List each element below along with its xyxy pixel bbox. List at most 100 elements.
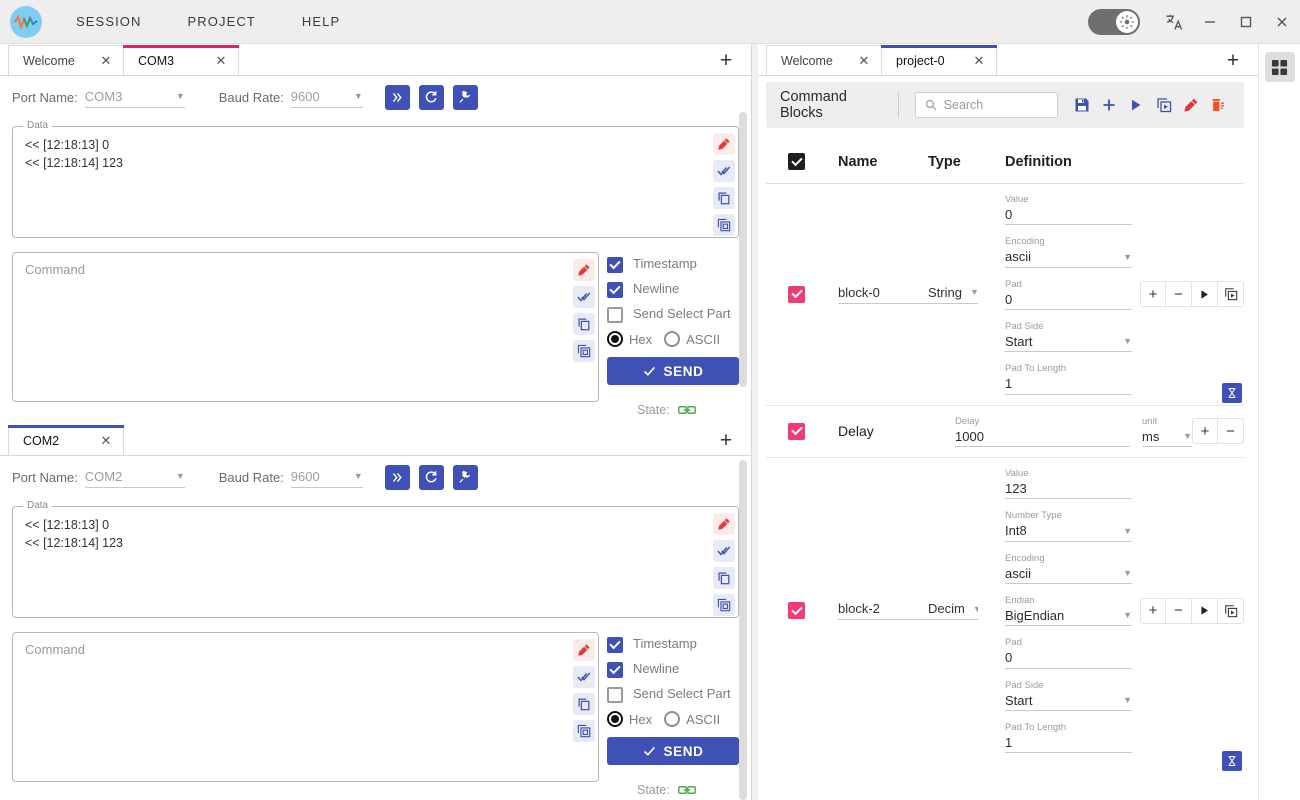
- run-block-button[interactable]: [1192, 597, 1218, 624]
- tab-welcome-right[interactable]: Welcome ✕: [766, 45, 882, 75]
- ascii-radio[interactable]: [664, 711, 681, 727]
- baud-rate-select[interactable]: 9600 ▼: [290, 86, 363, 108]
- run-all-icon[interactable]: [1125, 92, 1148, 118]
- option-timestamp[interactable]: Timestamp: [607, 256, 739, 273]
- save-command-icon[interactable]: [573, 340, 595, 362]
- session-com2-scrollbar[interactable]: [739, 460, 747, 800]
- field-encoding[interactable]: Encoding ascii ▼: [1005, 553, 1132, 585]
- add-block-button[interactable]: +: [1192, 418, 1218, 445]
- add-block-icon[interactable]: [1098, 92, 1121, 118]
- option-send-select-part[interactable]: Send Select Part: [607, 306, 739, 323]
- command-input-com3[interactable]: Command: [12, 252, 599, 402]
- select-all-icon[interactable]: [713, 160, 735, 182]
- field-pad-to-length[interactable]: Pad To Length 1: [1005, 363, 1132, 395]
- row-checkbox[interactable]: [788, 422, 805, 440]
- tab-com2[interactable]: COM2 ✕: [8, 425, 124, 455]
- theme-toggle[interactable]: [1088, 8, 1140, 35]
- option-newline[interactable]: Newline: [607, 661, 739, 678]
- duplicate-block-button[interactable]: [1218, 281, 1244, 308]
- tab-welcome-left[interactable]: Welcome ✕: [8, 45, 124, 75]
- field-value[interactable]: Value 123: [1005, 468, 1132, 500]
- table-row[interactable]: block-2 Decim ▼ Value 123 N: [766, 458, 1244, 772]
- send-button-com3[interactable]: SEND: [607, 357, 739, 385]
- expand-settings-button[interactable]: [384, 84, 410, 110]
- grid-layout-icon[interactable]: [1264, 52, 1295, 82]
- save-data-icon[interactable]: [713, 594, 735, 616]
- tab-close-icon[interactable]: ✕: [855, 52, 873, 70]
- menu-project[interactable]: PROJECT: [174, 8, 270, 35]
- tab-close-icon[interactable]: ✕: [97, 432, 115, 450]
- refresh-ports-button[interactable]: [418, 464, 444, 490]
- refresh-ports-button[interactable]: [418, 84, 444, 110]
- close-button[interactable]: [1264, 5, 1300, 39]
- clear-command-icon[interactable]: [573, 639, 595, 661]
- save-project-icon[interactable]: [1070, 92, 1093, 118]
- run-block-button[interactable]: [1192, 281, 1218, 308]
- tab-com3[interactable]: COM3 ✕: [123, 45, 239, 75]
- option-send-select-part[interactable]: Send Select Part: [607, 686, 739, 703]
- maximize-button[interactable]: [1228, 5, 1264, 39]
- row-checkbox[interactable]: [788, 602, 805, 620]
- field-value[interactable]: Value 0: [1005, 194, 1132, 226]
- session-com3-scrollbar[interactable]: [739, 112, 747, 387]
- minimize-button[interactable]: [1192, 5, 1228, 39]
- add-session-tab-button[interactable]: +: [715, 49, 737, 71]
- command-input-com2[interactable]: Command: [12, 632, 599, 782]
- select-all-blocks-checkbox[interactable]: [788, 153, 805, 170]
- field-pad[interactable]: Pad 0: [1005, 279, 1132, 311]
- send-button-com2[interactable]: SEND: [607, 737, 739, 765]
- remove-block-button[interactable]: −: [1166, 281, 1192, 308]
- block-name-field[interactable]: block-2: [838, 601, 928, 621]
- baud-rate-select[interactable]: 9600 ▼: [290, 466, 363, 488]
- tab-close-icon[interactable]: ✕: [970, 52, 988, 70]
- hex-radio[interactable]: [607, 331, 623, 347]
- row-checkbox[interactable]: [788, 285, 805, 303]
- field-delay[interactable]: Delay 1000: [955, 416, 1130, 448]
- copy-data-icon[interactable]: [713, 187, 735, 209]
- add-session-tab-button-2[interactable]: +: [715, 429, 737, 451]
- hourglass-icon[interactable]: [1222, 751, 1242, 772]
- block-type-select[interactable]: String ▼: [928, 285, 978, 304]
- clear-command-icon[interactable]: [573, 259, 595, 281]
- clear-data-icon[interactable]: [713, 133, 735, 155]
- copy-command-icon[interactable]: [573, 313, 595, 335]
- block-type-select[interactable]: Decim ▼: [928, 601, 978, 621]
- send-select-part-checkbox[interactable]: [607, 307, 623, 323]
- field-pad[interactable]: Pad 0: [1005, 637, 1132, 669]
- field-pad-side[interactable]: Pad Side Start ▼: [1005, 680, 1132, 712]
- remove-block-button[interactable]: −: [1166, 597, 1192, 624]
- hourglass-icon[interactable]: [1222, 382, 1242, 403]
- field-endian[interactable]: Endian BigEndian ▼: [1005, 595, 1132, 627]
- block-name-field[interactable]: block-0: [838, 285, 928, 304]
- port-name-select[interactable]: COM3 ▼: [84, 86, 185, 108]
- tab-close-icon[interactable]: ✕: [212, 52, 230, 70]
- clear-blocks-icon[interactable]: [1179, 92, 1202, 118]
- newline-checkbox[interactable]: [607, 662, 623, 678]
- ascii-radio[interactable]: [664, 331, 681, 347]
- field-encoding[interactable]: Encoding ascii ▼: [1005, 236, 1132, 268]
- field-pad-to-length[interactable]: Pad To Length 1: [1005, 722, 1132, 754]
- clear-data-icon[interactable]: [713, 513, 735, 535]
- expand-settings-button[interactable]: [384, 464, 410, 490]
- save-command-icon[interactable]: [573, 720, 595, 742]
- tab-close-icon[interactable]: ✕: [97, 52, 115, 70]
- field-number-type[interactable]: Number Type Int8 ▼: [1005, 510, 1132, 542]
- connect-port-button[interactable]: [452, 464, 478, 490]
- language-icon[interactable]: [1156, 5, 1192, 39]
- select-all-command-icon[interactable]: [573, 286, 595, 308]
- port-name-select[interactable]: COM2 ▼: [84, 466, 185, 488]
- field-unit[interactable]: unit ms ▼: [1142, 416, 1192, 448]
- hex-radio[interactable]: [607, 711, 623, 727]
- timestamp-checkbox[interactable]: [607, 637, 623, 653]
- timestamp-checkbox[interactable]: [607, 257, 623, 273]
- duplicate-block-button[interactable]: [1218, 597, 1244, 624]
- newline-checkbox[interactable]: [607, 282, 623, 298]
- add-block-button[interactable]: +: [1140, 597, 1166, 624]
- select-all-icon[interactable]: [713, 540, 735, 562]
- menu-help[interactable]: HELP: [288, 8, 354, 35]
- copy-data-icon[interactable]: [713, 567, 735, 589]
- save-data-icon[interactable]: [713, 214, 735, 236]
- field-pad-side[interactable]: Pad Side Start ▼: [1005, 321, 1132, 353]
- delete-blocks-icon[interactable]: [1207, 92, 1230, 118]
- add-project-tab-button[interactable]: +: [1222, 49, 1244, 71]
